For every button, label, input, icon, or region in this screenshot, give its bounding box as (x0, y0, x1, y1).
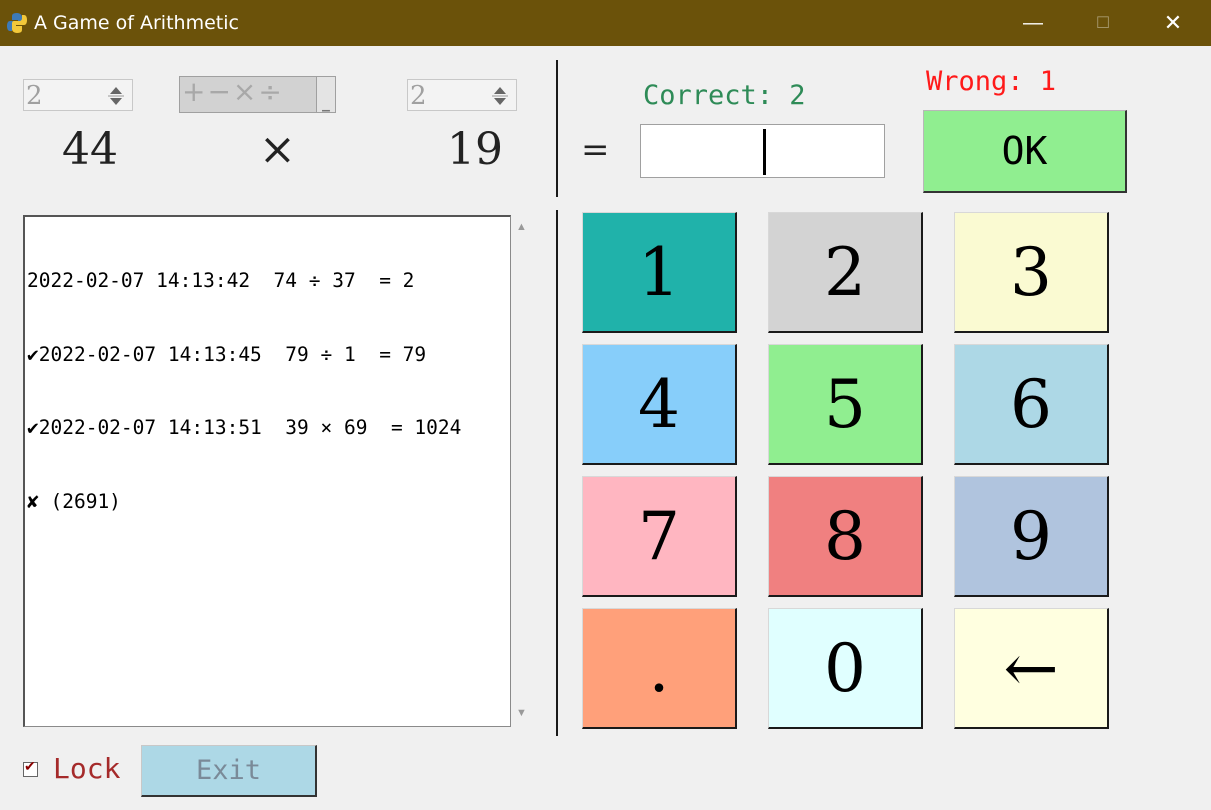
equals-sign: = (581, 130, 610, 170)
key-decimal[interactable]: . (582, 608, 737, 729)
scroll-down-icon[interactable]: ▼ (516, 707, 527, 719)
key-2[interactable]: 2 (768, 212, 923, 333)
key-1[interactable]: 1 (582, 212, 737, 333)
key-8[interactable]: 8 (768, 476, 923, 597)
lock-label[interactable]: Lock (53, 752, 120, 785)
exit-button[interactable]: Exit (141, 745, 317, 797)
list-item: ✔2022-02-07 14:13:51 39 × 69 = 1024 (27, 416, 462, 439)
key-0[interactable]: 0 (768, 608, 923, 729)
list-item: ✔2022-02-07 14:13:45 79 ÷ 1 = 79 (27, 342, 427, 366)
history-scrollbar[interactable]: ▲ ▼ (511, 215, 533, 727)
key-9[interactable]: 9 (954, 476, 1109, 597)
chevron-down-icon[interactable]: ▁ (316, 77, 335, 112)
minimize-icon: — (1023, 11, 1043, 34)
title-bar: A Game of Arithmetic — ☐ ✕ (0, 0, 1211, 46)
left-digits-spinbox[interactable]: 2 (23, 79, 133, 111)
ok-button[interactable]: OK (923, 110, 1127, 193)
operator-symbol: × (259, 124, 296, 175)
answer-input[interactable] (640, 124, 885, 178)
operand-2: 19 (447, 124, 503, 175)
maximize-icon: ☐ (1095, 15, 1111, 32)
list-item: ✘ (2691) (27, 489, 121, 513)
key-3[interactable]: 3 (954, 212, 1109, 333)
key-7[interactable]: 7 (582, 476, 737, 597)
right-digits-spinbox[interactable]: 2 (407, 79, 517, 111)
left-digits-value: 2 (26, 81, 43, 111)
key-backspace[interactable]: ← (954, 608, 1109, 729)
key-5[interactable]: 5 (768, 344, 923, 465)
spin-arrows-icon[interactable] (106, 83, 126, 109)
correct-count: Correct: 2 (643, 80, 806, 111)
divider (556, 210, 558, 736)
key-6[interactable]: 6 (954, 344, 1109, 465)
text-caret (763, 129, 766, 175)
list-item: 2022-02-07 14:13:42 74 ÷ 37 = 2 (27, 269, 415, 292)
operator-options: +−×÷ (182, 75, 284, 108)
scroll-up-icon[interactable]: ▲ (516, 221, 527, 233)
wrong-count: Wrong: 1 (926, 66, 1057, 97)
operator-combobox[interactable]: +−×÷ ▁ (179, 75, 336, 113)
divider (556, 60, 558, 197)
right-digits-value: 2 (410, 81, 427, 111)
history-log[interactable]: 2022-02-07 14:13:42 74 ÷ 37 = 2 ✔2022-02… (23, 215, 511, 727)
minimize-button[interactable]: — (998, 0, 1068, 46)
python-logo-icon (7, 13, 27, 33)
maximize-button[interactable]: ☐ (1068, 0, 1138, 46)
checkmark-icon: ✔ (24, 758, 36, 774)
main-area: 2 +−×÷ ▁ 2 44 × 19 = Correct: 2 Wrong: 1… (0, 46, 1211, 810)
key-4[interactable]: 4 (582, 344, 737, 465)
operand-1: 44 (62, 124, 118, 175)
lock-checkbox[interactable]: ✔ (23, 758, 38, 777)
spin-arrows-icon[interactable] (490, 83, 510, 109)
close-icon: ✕ (1163, 10, 1183, 35)
close-button[interactable]: ✕ (1138, 0, 1208, 46)
window-title: A Game of Arithmetic (34, 12, 239, 34)
